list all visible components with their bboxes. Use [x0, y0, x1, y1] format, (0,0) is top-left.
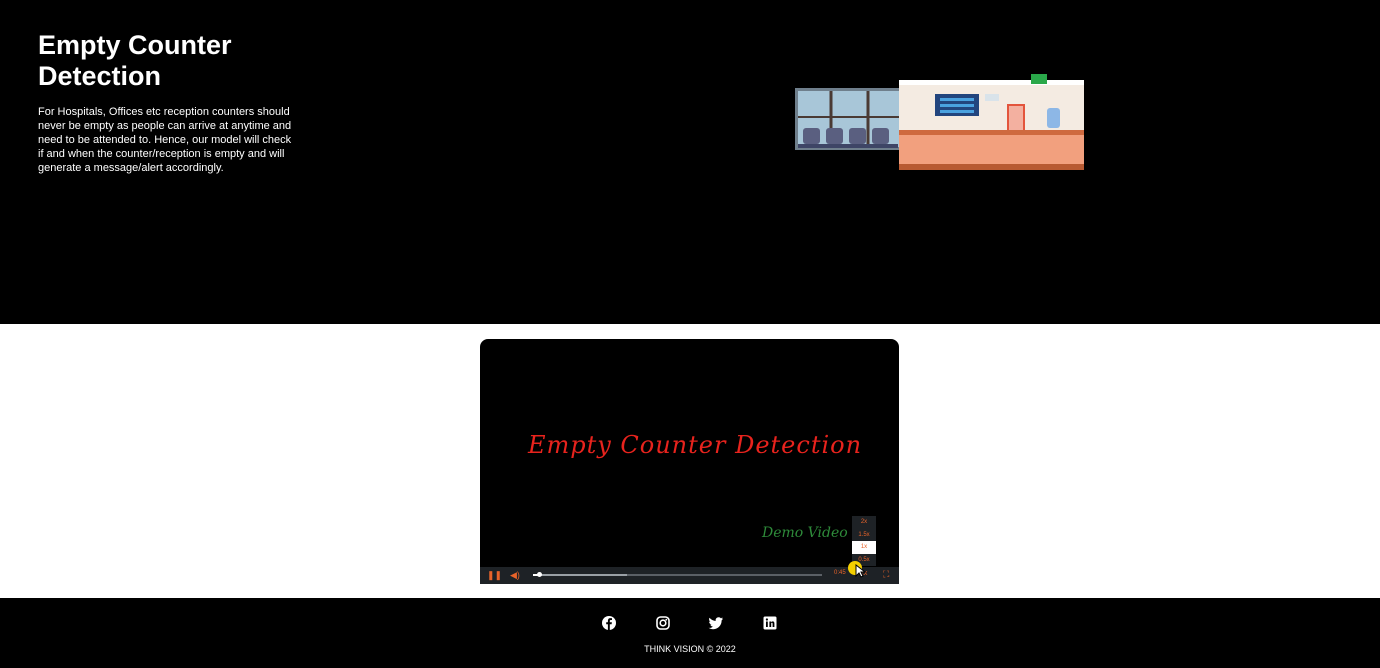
progress-buffered — [533, 574, 627, 576]
footer: THINK VISION © 2022 — [0, 598, 1380, 668]
instagram-icon[interactable] — [655, 615, 671, 631]
facebook-icon[interactable] — [601, 615, 617, 631]
video-frame-title: Empty Counter Detection — [527, 431, 863, 459]
twitter-icon[interactable] — [708, 615, 724, 631]
speed-option-selected[interactable]: 1x — [852, 541, 876, 554]
progress-knob[interactable] — [537, 572, 542, 577]
speed-option[interactable]: 2x — [852, 516, 876, 529]
progress-bar[interactable] — [533, 572, 822, 577]
mouse-pointer-icon — [855, 564, 867, 578]
hero-section: Empty Counter Detection For Hospitals, O… — [0, 0, 1380, 324]
video-player[interactable]: Empty Counter Detection Demo Video 2x 1.… — [480, 339, 899, 584]
page-title: Empty Counter Detection — [38, 30, 232, 91]
fullscreen-icon[interactable]: ⛶ — [883, 569, 889, 580]
linkedin-icon[interactable] — [762, 615, 778, 631]
video-controls: ❚❚ ◀) 0:45 1x ⛶ — [480, 567, 899, 584]
hero-description: For Hospitals, Offices etc reception cou… — [38, 106, 292, 174]
pause-icon[interactable]: ❚❚ — [487, 569, 502, 582]
speed-option[interactable]: 1.5x — [852, 529, 876, 542]
video-section: Empty Counter Detection Demo Video 2x 1.… — [0, 324, 1380, 598]
time-remaining: 0:45 — [834, 570, 846, 576]
volume-icon[interactable]: ◀) — [510, 569, 520, 582]
copyright-text: THINK VISION © 2022 — [644, 644, 736, 654]
reception-illustration — [795, 74, 1084, 170]
playback-speed-menu: 2x 1.5x 1x 0.5x — [852, 516, 876, 566]
video-frame-subtitle: Demo Video — [762, 525, 848, 541]
